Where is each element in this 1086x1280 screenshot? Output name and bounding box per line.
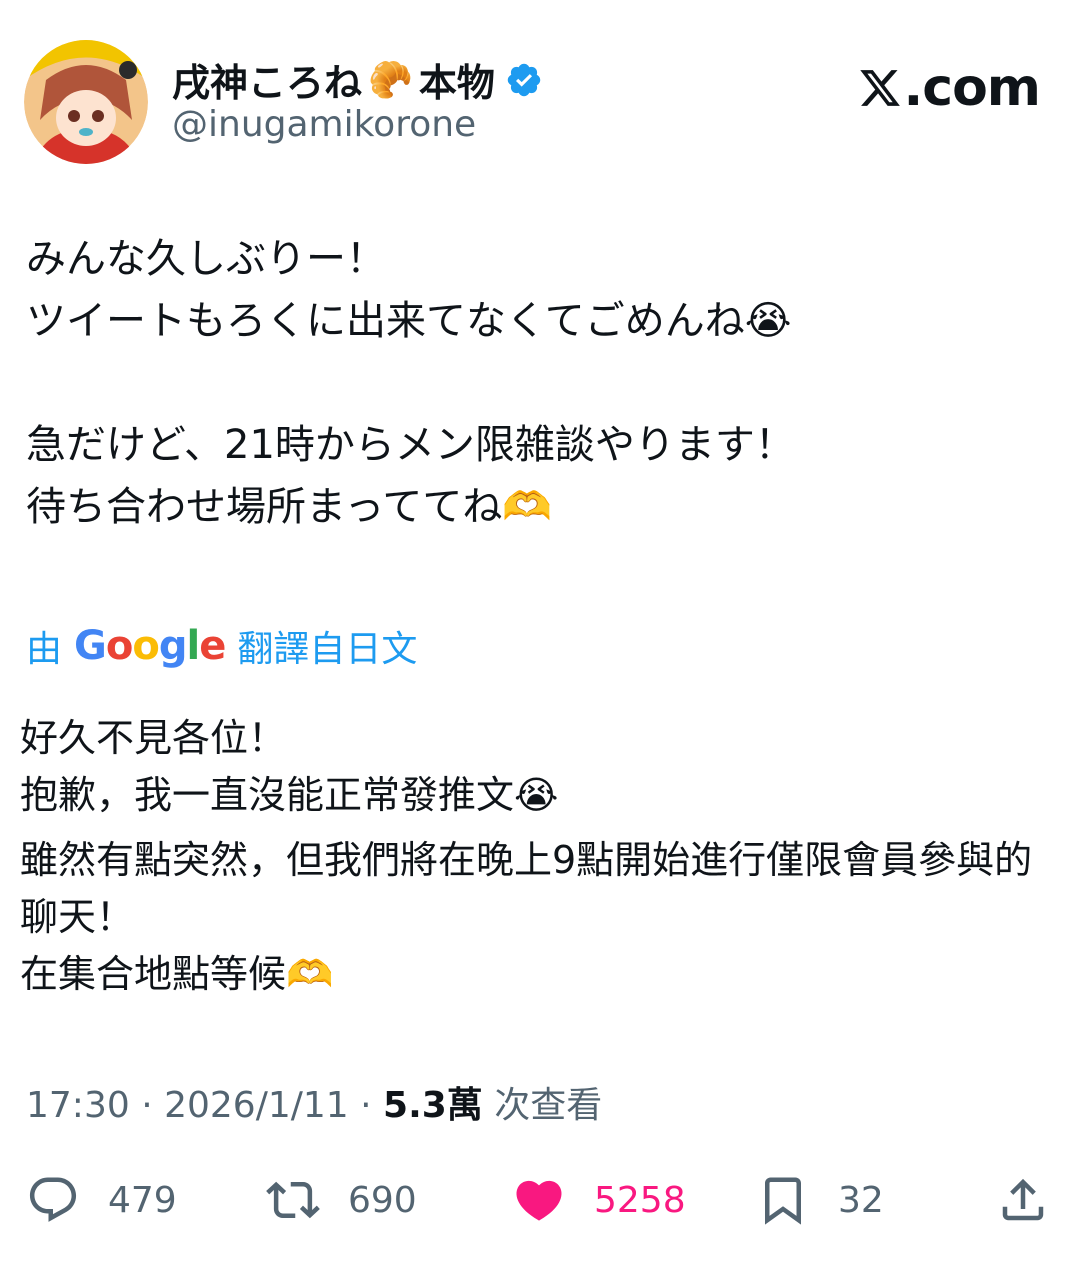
- google-logo-letter: o: [105, 623, 134, 669]
- view-label: 次查看: [494, 1085, 603, 1126]
- google-logo: Google: [74, 623, 226, 669]
- repost-count: 690: [348, 1179, 417, 1221]
- like-button[interactable]: 5258: [512, 1160, 686, 1240]
- site-label: .com: [903, 58, 1041, 118]
- translated-line: 雖然有點突然，但我們將在晚上9點開始進行僅限會員參與的聊天！: [20, 838, 1033, 939]
- share-button[interactable]: [996, 1160, 1050, 1240]
- tweet-header: 戌神ころね 🥐 本物 @inugamikorone .com: [0, 0, 1086, 200]
- author-name-row[interactable]: 戌神ころね 🥐 本物: [172, 52, 543, 107]
- share-icon: [1002, 1178, 1044, 1221]
- meta-separator: ·: [141, 1085, 165, 1126]
- croissant-icon: 🥐: [368, 59, 413, 101]
- google-logo-letter: G: [74, 623, 107, 669]
- like-count: 5258: [594, 1179, 686, 1221]
- tweet-date[interactable]: 2026/1/11: [164, 1085, 349, 1126]
- tweet-line: みんな久しぶりー！: [26, 236, 386, 282]
- tweet-line: 急だけど、21時からメン限雑談やります！: [26, 422, 795, 468]
- tweet-line: ツイートもろくに出来てなくてごめんね😭: [26, 298, 792, 344]
- translated-line: 抱歉，我一直沒能正常發推文😭: [20, 773, 559, 817]
- avatar-image: [24, 40, 148, 164]
- reply-count: 479: [108, 1179, 177, 1221]
- reply-icon: [29, 1177, 77, 1222]
- google-logo-letter: l: [186, 623, 200, 669]
- author-name-suffix[interactable]: 本物: [419, 52, 495, 107]
- repost-button[interactable]: 690: [266, 1160, 417, 1240]
- reply-button[interactable]: 479: [26, 1160, 177, 1240]
- google-logo-letter: g: [158, 623, 188, 669]
- tweet-meta: 17:30 · 2026/1/11 · 5.3萬 次查看: [26, 1076, 602, 1128]
- repost-icon: [266, 1181, 320, 1219]
- google-logo-letter: e: [199, 623, 226, 669]
- translation-prefix: 由: [26, 629, 63, 670]
- google-logo-letter: o: [132, 623, 160, 669]
- heart-filled-icon: [516, 1180, 562, 1221]
- translation-suffix: 翻譯自日文: [237, 629, 418, 670]
- x-brand-logo: .com: [858, 58, 1041, 118]
- bookmark-count: 32: [838, 1179, 884, 1221]
- action-bar: 479 690 5258 32: [26, 1160, 1056, 1240]
- avatar[interactable]: [24, 40, 148, 164]
- translated-line: 好久不見各位！: [20, 716, 287, 760]
- author-handle[interactable]: @inugamikorone: [172, 104, 476, 145]
- translation-attribution[interactable]: 由 Google 翻譯自日文: [26, 620, 417, 672]
- author-name[interactable]: 戌神ころね: [172, 52, 362, 107]
- translated-line: 在集合地點等候🫶: [20, 952, 334, 996]
- verified-badge-icon: [507, 63, 541, 96]
- google-logo-text: Google: [74, 623, 226, 669]
- meta-separator: ·: [360, 1085, 384, 1126]
- bookmark-icon: [765, 1177, 801, 1225]
- bookmark-button[interactable]: 32: [756, 1160, 884, 1240]
- x-logo-icon: [859, 70, 900, 106]
- view-count: 5.3萬: [383, 1085, 483, 1126]
- tweet-text-original: みんな久しぶりー！ ツイートもろくに出来てなくてごめんね😭 急だけど、21時から…: [26, 228, 1066, 538]
- tweet-line: 待ち合わせ場所まっててね🫶: [26, 484, 553, 530]
- tweet-text-translated: 好久不見各位！ 抱歉，我一直沒能正常發推文😭 雖然有點突然，但我們將在晚上9點開…: [20, 710, 1070, 1003]
- tweet-time[interactable]: 17:30: [26, 1085, 130, 1126]
